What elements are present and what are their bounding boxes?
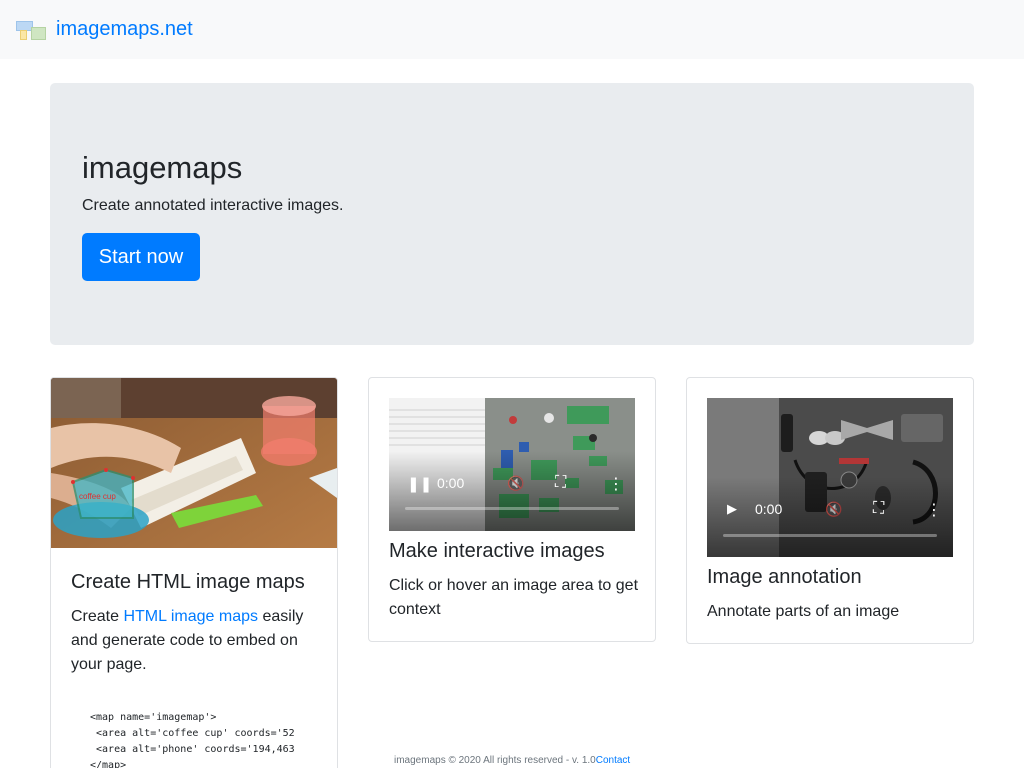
card-text: Annotate parts of an image xyxy=(707,603,900,620)
mute-icon[interactable]: 🔇 xyxy=(825,501,842,518)
brand-link[interactable]: imagemaps.net xyxy=(16,16,193,42)
card-title: Create HTML image maps xyxy=(71,571,305,593)
hero-lead: Create annotated interactive images. xyxy=(82,197,344,214)
footer: imagemaps © 2020 All rights reserved - v… xyxy=(394,754,630,768)
footer-text: imagemaps © 2020 All rights reserved - v… xyxy=(394,755,596,766)
card-interactive-images: ❚❚ 0:00 🔇 ⛶ ⋮ Make interactive images Cl… xyxy=(368,377,656,642)
brand-name: imagemaps.net xyxy=(56,18,193,40)
interactive-images-video[interactable]: ❚❚ 0:00 🔇 ⛶ ⋮ xyxy=(389,398,635,531)
hero-title: imagemaps xyxy=(82,150,243,185)
coffee-table-image[interactable]: coffee cup xyxy=(51,378,337,548)
mute-icon[interactable]: 🔇 xyxy=(507,475,524,492)
navbar: imagemaps.net xyxy=(0,0,1024,59)
card-title: Image annotation xyxy=(707,566,862,588)
card-html-image-maps: coffee cup Create HTML image maps Create… xyxy=(50,377,338,768)
code-sample: <map name='imagemap'> <area alt='coffee … xyxy=(90,712,295,768)
image-annotation-video[interactable]: ▶ 0:00 🔇 ⛶ ⋮ xyxy=(707,398,953,557)
card-image-annotation: ▶ 0:00 🔇 ⛶ ⋮ Image annotation Annotate p… xyxy=(686,377,974,644)
play-icon[interactable]: ▶ xyxy=(727,501,737,517)
card-title: Make interactive images xyxy=(389,540,605,562)
more-options-icon[interactable]: ⋮ xyxy=(608,474,624,494)
card-text: Click or hover an image area to get cont… xyxy=(389,577,639,618)
video-progress-bar[interactable] xyxy=(405,507,619,510)
html-image-maps-link[interactable]: HTML image maps xyxy=(123,608,258,625)
imagemaps-logo-icon xyxy=(16,17,47,42)
video-time: 0:00 xyxy=(755,501,783,517)
pause-icon[interactable]: ❚❚ xyxy=(407,475,432,493)
start-now-button[interactable]: Start now xyxy=(82,233,200,281)
contact-link[interactable]: Contact xyxy=(596,755,630,766)
fullscreen-icon[interactable]: ⛶ xyxy=(873,500,884,518)
coffee-cup-area-label: coffee cup xyxy=(79,492,116,501)
video-time: 0:00 xyxy=(437,475,465,491)
video-progress-bar[interactable] xyxy=(723,534,937,537)
card-text: Create HTML image maps easily and genera… xyxy=(71,608,304,673)
fullscreen-icon[interactable]: ⛶ xyxy=(555,474,566,492)
hero-section: imagemaps Create annotated interactive i… xyxy=(50,83,974,345)
more-options-icon[interactable]: ⋮ xyxy=(926,500,942,520)
